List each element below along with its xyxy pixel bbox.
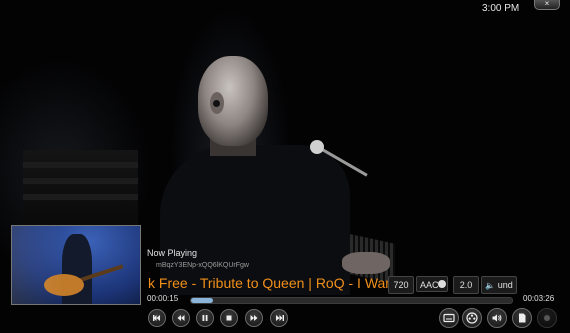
file-id: mBqzY3ENp-xQQ6lKQUrFgw xyxy=(156,262,249,269)
document-icon xyxy=(519,313,526,323)
record-button[interactable] xyxy=(537,308,557,328)
speaker-icon: 🔈 xyxy=(485,281,496,290)
audio-settings-button[interactable] xyxy=(487,308,507,328)
audio-settings-icon xyxy=(492,314,502,322)
audio-codec-label: AAC xyxy=(420,280,439,290)
total-time: 00:03:26 xyxy=(523,294,555,303)
skip-next-button[interactable] xyxy=(270,309,288,327)
performer-hands xyxy=(342,252,390,274)
now-playing-heading: Now Playing xyxy=(147,248,198,258)
stop-button[interactable] xyxy=(220,309,238,327)
microphone xyxy=(310,140,324,154)
rewind-button[interactable] xyxy=(172,309,190,327)
pause-icon xyxy=(202,315,208,321)
earbud xyxy=(213,100,220,107)
resolution-badge: 720 xyxy=(388,276,414,294)
performer-head xyxy=(198,56,268,146)
subtitles-icon xyxy=(443,313,455,323)
video-settings-button[interactable] xyxy=(462,308,482,328)
subtitles-button[interactable] xyxy=(439,308,459,328)
track-title: k Free - Tribute to Queen | RoQ - I Want xyxy=(148,275,388,291)
seek-bar-progress xyxy=(191,298,214,303)
track-title-container: k Free - Tribute to Queen | RoQ - I Want xyxy=(148,274,388,294)
seek-bar[interactable] xyxy=(190,297,513,304)
close-button[interactable]: × xyxy=(534,0,560,10)
video-thumbnail xyxy=(11,225,141,305)
audio-codec-badge: AAC xyxy=(416,276,448,292)
clock: 3:00 PM xyxy=(482,3,520,14)
elapsed-time: 00:00:15 xyxy=(147,294,179,303)
video-settings-icon xyxy=(466,312,478,324)
skip-previous-button[interactable] xyxy=(148,309,166,327)
background-equipment xyxy=(23,150,138,225)
language-badge: 🔈 und xyxy=(481,276,517,294)
record-icon xyxy=(544,315,550,321)
skip-next-icon xyxy=(276,315,284,321)
audio-codec-icon xyxy=(438,280,446,288)
skip-previous-icon xyxy=(153,315,160,321)
audio-channels-badge: 2.0 xyxy=(453,276,479,294)
document-button[interactable] xyxy=(512,308,532,328)
fast-forward-icon xyxy=(250,315,258,321)
fast-forward-button[interactable] xyxy=(245,309,263,327)
performer-body xyxy=(160,145,350,295)
pause-button[interactable] xyxy=(196,309,214,327)
stop-icon xyxy=(226,315,232,321)
rewind-icon xyxy=(177,315,185,321)
language-label: und xyxy=(497,280,513,290)
